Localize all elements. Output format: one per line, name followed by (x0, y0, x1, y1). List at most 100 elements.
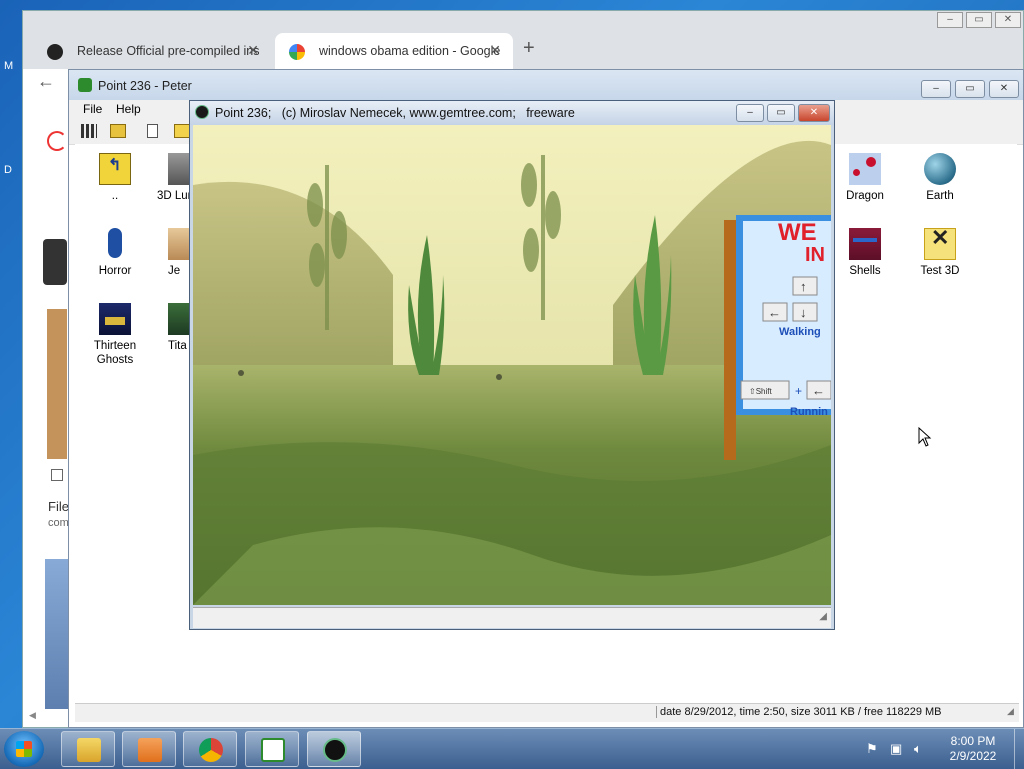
game-3d-view[interactable]: WE IN ↑ ← ↓ Walking ⇧Shift + ← Runnin (193, 125, 831, 605)
svg-text:+: + (795, 384, 802, 398)
maximize-button[interactable]: ▭ (955, 80, 985, 98)
sign-running: Runnin (790, 406, 828, 418)
shells-icon (849, 228, 881, 260)
file-item-dragon[interactable]: Dragon (830, 153, 900, 203)
volume-icon[interactable]: 🔈︎ (914, 741, 922, 757)
browser-tab-release[interactable]: Release Official pre-compiled ins ✕ (33, 33, 271, 69)
clock-time: 8:00 PM (950, 734, 996, 748)
file-manager-window-controls: – ▭ ✕ (917, 80, 1019, 98)
point236-app-icon (323, 738, 347, 762)
close-button[interactable]: ✕ (989, 80, 1019, 98)
file-item-shells[interactable]: Shells (830, 228, 900, 278)
game-scene: WE IN ↑ ← ↓ Walking ⇧Shift + ← Runnin (193, 125, 831, 605)
close-button[interactable]: ✕ (995, 12, 1021, 28)
game-title: Point 236; (c) Miroslav Nemecek, www.gem… (215, 106, 575, 120)
sign-heading-line1: WE (778, 219, 817, 246)
file-manager-titlebar[interactable]: Point 236 - Peter – ▭ ✕ (69, 70, 1023, 100)
maximize-button[interactable]: ▭ (966, 12, 992, 28)
desktop-edge-text: M (4, 60, 14, 72)
open-folder-icon[interactable] (110, 124, 126, 138)
file-item-label: Dragon (846, 190, 884, 202)
minimize-button[interactable]: – (921, 80, 951, 98)
svg-text:↑: ↑ (800, 279, 807, 294)
taskbar-explorer[interactable] (61, 731, 115, 767)
file-manager-statusbar: date 8/29/2012, time 2:50, size 3011 KB … (75, 703, 1019, 722)
action-center-icon[interactable]: ⚑ (866, 741, 878, 757)
file-item-label: Test 3D (920, 265, 960, 277)
file-item-earth[interactable]: Earth (905, 153, 975, 203)
test3d-icon: ✕ (924, 227, 956, 260)
browser-tab-label: windows obama edition - Google (319, 44, 501, 58)
svg-text:↓: ↓ (800, 305, 807, 320)
ghosts-icon (99, 303, 131, 335)
tree-view-icon[interactable] (81, 124, 97, 138)
minimize-button[interactable]: – (937, 12, 963, 28)
back-button[interactable]: ← (37, 71, 55, 92)
earth-icon (924, 153, 956, 185)
image-fragment-2 (45, 559, 69, 709)
maximize-button[interactable]: ▭ (767, 104, 795, 122)
browser-tab-google[interactable]: windows obama edition - Google ✕ (275, 33, 513, 69)
github-icon (47, 44, 63, 60)
svg-text:←: ← (768, 305, 781, 320)
game-statusbar: ◢ (193, 607, 831, 628)
status-text: date 8/29/2012, time 2:50, size 3011 KB … (656, 706, 942, 718)
peter-app-icon (261, 738, 285, 762)
folder-icon (77, 738, 101, 762)
peter-app-icon (78, 78, 92, 92)
menu-file[interactable]: File (83, 102, 102, 116)
browser-window-controls: – ▭ ✕ (934, 11, 1021, 28)
sign-walking: Walking (779, 326, 821, 338)
browser-tabstrip: Release Official pre-compiled ins ✕ wind… (23, 11, 1023, 75)
result-url-fragment: com (48, 517, 69, 529)
horror-icon (99, 228, 131, 260)
sign-heading-line2: IN (805, 244, 825, 266)
taskbar: ⚑ ▣ 🔈︎ 8:00 PM 2/9/2022 (0, 728, 1024, 769)
media-player-icon (138, 738, 162, 762)
file-item-label: Horror (98, 265, 132, 277)
start-button[interactable] (4, 731, 44, 767)
image-icon (51, 469, 63, 481)
taskbar-media-player[interactable] (122, 731, 176, 767)
close-tab-icon[interactable]: ✕ (489, 42, 501, 59)
sign-shift: ⇧Shift (749, 387, 772, 396)
file-item-label: .. (111, 190, 119, 202)
new-file-icon[interactable] (147, 124, 158, 138)
image-fragment (47, 309, 67, 459)
google-icon (289, 44, 305, 60)
clock-date: 2/9/2022 (949, 749, 997, 763)
game-window: Point 236; (c) Miroslav Nemecek, www.gem… (189, 100, 835, 630)
file-item-horror[interactable]: Horror (80, 228, 150, 278)
taskbar-chrome[interactable] (183, 731, 237, 767)
mouse-cursor-icon (918, 427, 932, 447)
close-tab-icon[interactable]: ✕ (247, 42, 259, 59)
show-desktop-button[interactable] (1014, 729, 1024, 769)
windows-logo-icon (16, 741, 32, 757)
game-titlebar[interactable]: Point 236; (c) Miroslav Nemecek, www.gem… (190, 101, 834, 125)
network-icon[interactable]: ▣ (890, 741, 902, 757)
dragon-icon (849, 153, 881, 185)
file-item-test-3d[interactable]: ✕ Test 3D (905, 227, 975, 278)
resize-grip-icon[interactable]: ◢ (819, 611, 827, 622)
new-tab-button[interactable]: + (523, 37, 535, 60)
scroll-left-icon[interactable]: ◀ (29, 710, 39, 720)
new-folder-icon[interactable] (174, 124, 190, 138)
file-item-parent[interactable]: ↰ .. (80, 153, 150, 203)
system-clock[interactable]: 8:00 PM 2/9/2022 (940, 734, 1006, 764)
file-item-label: Earth (926, 190, 954, 202)
chrome-icon (199, 738, 223, 762)
taskbar-peter[interactable] (245, 731, 299, 767)
resize-grip-icon[interactable]: ◢ (1007, 706, 1017, 718)
game-window-controls: – ▭ ✕ (733, 104, 830, 122)
file-item-thirteen-ghosts[interactable]: Thirteen Ghosts (80, 303, 150, 367)
taskbar-point236[interactable] (307, 731, 361, 767)
browser-tab-label: Release Official pre-compiled ins (77, 44, 260, 58)
folder-up-icon: ↰ (99, 153, 131, 185)
minimize-button[interactable]: – (736, 104, 764, 122)
file-item-label: Shells (849, 265, 881, 277)
svg-text:←: ← (812, 383, 825, 398)
result-title-fragment: File (48, 499, 69, 514)
menu-help[interactable]: Help (116, 102, 141, 116)
file-item-label: Thirteen Ghosts (93, 340, 137, 366)
close-button[interactable]: ✕ (798, 104, 830, 122)
